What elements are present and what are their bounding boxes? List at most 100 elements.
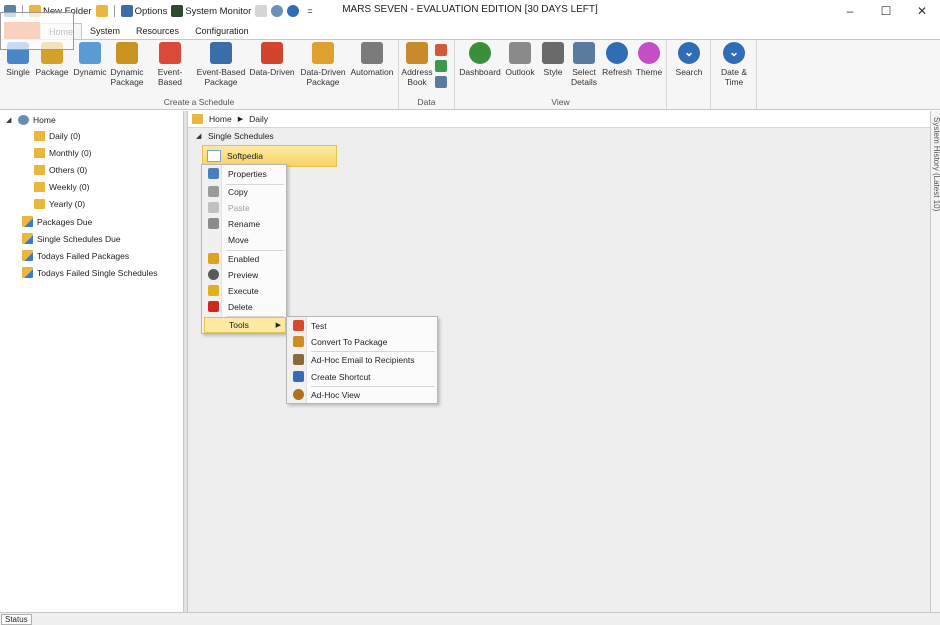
date-time-button[interactable]: ⌄ Date & Time (715, 42, 753, 87)
menu-item-rename[interactable]: Rename (204, 216, 286, 232)
breadcrumb-current[interactable]: Daily (249, 114, 268, 124)
outlook-label: Outlook (505, 67, 535, 77)
system-monitor-button[interactable]: System Monitor (171, 5, 251, 17)
tree-home-label: Home (33, 115, 56, 125)
group-header-label: Single Schedules (208, 131, 274, 141)
smart-folder-icon (22, 233, 33, 244)
dashboard-button[interactable]: Dashboard (459, 42, 501, 78)
automation-button[interactable]: Automation (348, 42, 396, 78)
dynamic-package-button[interactable]: Dynamic Package (108, 42, 146, 87)
event-based-package-icon (210, 42, 232, 64)
minimize-button[interactable]: – (832, 0, 868, 22)
breadcrumb-separator-icon: ▶ (237, 116, 244, 123)
qat-divider (113, 5, 115, 17)
tree-smart-single-schedules-due[interactable]: Single Schedules Due (22, 233, 121, 244)
select-details-button[interactable]: Select Details (567, 42, 601, 87)
date-group: ⌄ Date & Time (711, 40, 757, 109)
data-driven-button[interactable]: Data-Driven (248, 42, 296, 78)
tree-smart-todays-failed-packages[interactable]: Todays Failed Packages (22, 250, 129, 261)
menu-item-move[interactable]: Move (204, 232, 286, 248)
tree-folder-others[interactable]: Others (0) (34, 165, 87, 175)
outlook-button[interactable]: Outlook (503, 42, 537, 78)
tree-smart-packages-due[interactable]: Packages Due (22, 216, 92, 227)
monitor-icon (171, 5, 184, 17)
submenu-item-test[interactable]: Test (289, 318, 437, 334)
data-driven-icon (261, 42, 283, 64)
data-refresh-icon[interactable] (435, 76, 447, 88)
tree-smart-todays-failed-single[interactable]: Todays Failed Single Schedules (22, 267, 158, 278)
options-button[interactable]: Options (120, 5, 167, 17)
window-controls: – ☐ ✕ (832, 0, 940, 22)
search-label: Search (675, 67, 703, 77)
folder-shared-icon[interactable] (95, 5, 108, 17)
lightning-icon (208, 285, 219, 296)
menu-item-label: Copy (228, 187, 248, 197)
dynamic-package-icon (116, 42, 138, 64)
tree-folder-yearly[interactable]: Yearly (0) (34, 199, 85, 209)
submenu-item-adhoc-email[interactable]: Ad-Hoc Email to Recipients (289, 352, 437, 368)
tree-folder-daily[interactable]: Daily (0) (34, 131, 81, 141)
package-label: Package (35, 67, 69, 77)
list-group-header[interactable]: ◢ Single Schedules (196, 131, 274, 141)
address-book-button[interactable]: Address Book (401, 42, 433, 87)
data-source-icon[interactable] (435, 60, 447, 72)
event-based-label: Event-Based (157, 67, 183, 87)
submenu-item-create-shortcut[interactable]: Create Shortcut (289, 369, 437, 385)
search-button[interactable]: ⌄ Search (671, 42, 707, 78)
menu-item-tools[interactable]: Tools ▶ (204, 317, 286, 333)
menu-item-label: Execute (228, 286, 259, 296)
tab-resources[interactable]: Resources (128, 23, 187, 39)
menu-item-preview[interactable]: Preview (204, 267, 286, 283)
select-details-label: Select Details (571, 67, 597, 87)
system-history-tab[interactable]: System History (Latest 10) (932, 117, 940, 211)
tab-system[interactable]: System (82, 23, 128, 39)
style-button[interactable]: Style (539, 42, 567, 78)
data-items-icon[interactable] (435, 44, 447, 56)
tree-folder-monthly[interactable]: Monthly (0) (34, 148, 92, 158)
date-time-label: Date & Time (721, 67, 747, 87)
select-details-icon (573, 42, 595, 64)
support-icon[interactable] (271, 5, 284, 17)
theme-icon (638, 42, 660, 64)
menu-item-copy[interactable]: Copy (204, 184, 286, 200)
single-label: Single (6, 67, 30, 77)
tree-folder-weekly[interactable]: Weekly (0) (34, 182, 89, 192)
event-based-package-button[interactable]: Event-Based Package (196, 42, 246, 87)
menu-item-delete[interactable]: Delete (204, 299, 286, 315)
dynamic-button[interactable]: Dynamic (72, 42, 108, 78)
data-driven-package-button[interactable]: Data-Driven Package (298, 42, 348, 87)
tab-configuration[interactable]: Configuration (187, 23, 257, 39)
menu-item-execute[interactable]: Execute (204, 283, 286, 299)
document-icon[interactable] (255, 5, 268, 17)
system-history-panel[interactable]: System History (Latest 10) (930, 111, 940, 612)
submenu-item-adhoc-view[interactable]: Ad-Hoc View (289, 387, 437, 403)
menu-item-enabled[interactable]: Enabled (204, 251, 286, 267)
collapse-icon[interactable]: ◢ (196, 132, 204, 140)
close-button[interactable]: ✕ (904, 0, 940, 22)
customize-qat-icon[interactable]: = (303, 6, 312, 16)
view-group-label: View (551, 97, 570, 107)
breadcrumb-home[interactable]: Home (209, 114, 232, 124)
theme-button[interactable]: Theme (633, 42, 665, 78)
menu-item-properties[interactable]: Properties (204, 166, 286, 182)
data-driven-label: Data-Driven (249, 67, 295, 77)
submenu-item-convert-to-package[interactable]: Convert To Package (289, 334, 437, 350)
submenu-item-label: Test (311, 321, 327, 331)
help-icon[interactable] (287, 5, 300, 17)
tree-folder-label: Monthly (0) (49, 148, 92, 158)
menu-item-paste[interactable]: Paste (204, 200, 286, 216)
email-icon (293, 354, 304, 365)
context-menu: Properties Copy Paste Rename Move Enable… (201, 164, 287, 334)
event-based-button[interactable]: Event-Based (146, 42, 194, 87)
test-icon (293, 320, 304, 331)
refresh-button[interactable]: Refresh (601, 42, 633, 78)
tree-home[interactable]: ◢ Home (6, 115, 56, 125)
status-bar: Status (0, 612, 940, 625)
ribbon: Single Package Dynamic Dynamic Package E… (0, 39, 940, 110)
dynamic-label: Dynamic (73, 67, 107, 77)
collapse-icon[interactable]: ◢ (6, 116, 14, 124)
data-group: Address Book Data (399, 40, 455, 109)
maximize-button[interactable]: ☐ (868, 0, 904, 22)
properties-icon (208, 168, 219, 179)
automation-label: Automation (350, 67, 394, 77)
